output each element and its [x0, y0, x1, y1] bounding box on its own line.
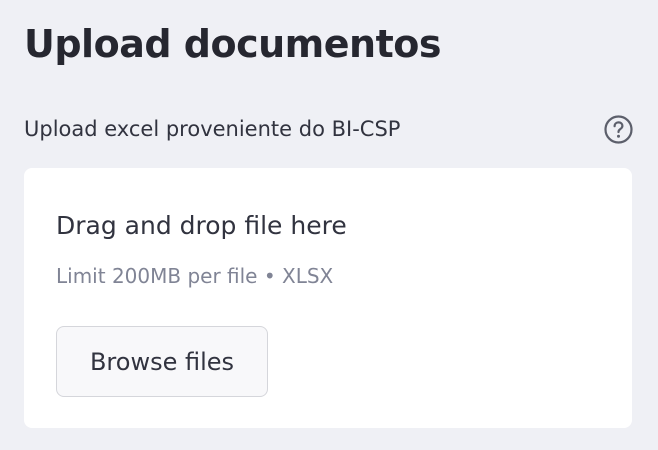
help-circle-icon[interactable]: [603, 114, 634, 145]
file-limit-text: Limit 200MB per file • XLSX: [56, 264, 334, 288]
uploader-label: Upload excel proveniente do BI-CSP: [24, 117, 401, 141]
dropzone-title: Drag and drop file here: [56, 211, 347, 240]
page-title: Upload documentos: [24, 22, 441, 66]
browse-files-button[interactable]: Browse files: [56, 326, 268, 397]
uploader-label-row: Upload excel proveniente do BI-CSP: [24, 111, 634, 147]
file-dropzone[interactable]: Drag and drop file here Limit 200MB per …: [24, 168, 632, 428]
